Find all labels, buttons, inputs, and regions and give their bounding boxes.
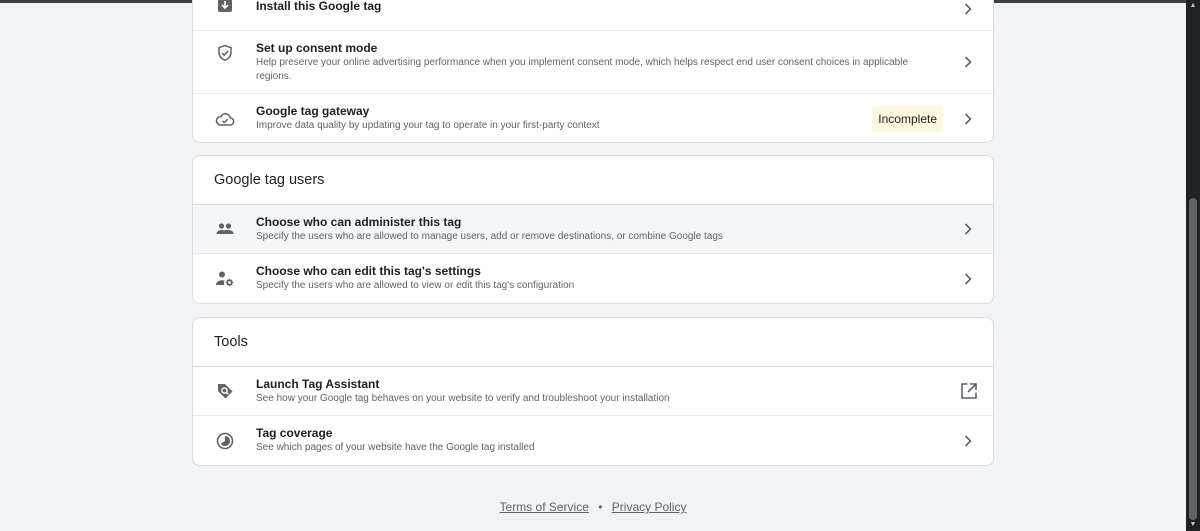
shield-check-icon [215, 43, 235, 63]
download-box-icon [215, 0, 235, 15]
setup-card: Install this Google tag Set up consent m… [192, 0, 994, 143]
chevron-right-icon [961, 112, 975, 126]
tools-header: Tools [193, 318, 993, 367]
edit-tag-settings-desc: Specify the users who are allowed to vie… [256, 280, 575, 291]
coverage-pie-icon [215, 431, 235, 451]
chevron-right-icon [961, 222, 975, 236]
chevron-right-icon [961, 55, 975, 69]
administer-tag-title: Choose who can administer this tag [256, 214, 462, 229]
edit-tag-settings-title: Choose who can edit this tag's settings [256, 264, 481, 278]
privacy-policy-link[interactable]: Privacy Policy [612, 500, 687, 514]
launch-tag-assistant-title: Launch Tag Assistant [256, 376, 380, 391]
chevron-right-icon [961, 272, 975, 286]
footer-separator: • [598, 500, 603, 514]
open-in-new-icon [960, 382, 978, 400]
chevron-right-icon [961, 2, 975, 16]
edit-tag-settings-row[interactable]: Choose who can edit this tag's settings … [193, 254, 993, 303]
tools-card: Tools Launch Tag Assistant See how your … [192, 317, 994, 466]
launch-tag-assistant-desc: See how your Google tag behaves on your … [256, 392, 670, 404]
scrollbar-thumb[interactable] [1189, 198, 1197, 520]
consent-mode-title: Set up consent mode [256, 40, 378, 55]
tag-users-header: Google tag users [193, 156, 993, 205]
chevron-right-icon [961, 434, 975, 448]
terms-of-service-link[interactable]: Terms of Service [500, 500, 589, 514]
scroll-up-arrow-icon[interactable]: ▲ [1189, 2, 1197, 10]
tag-gateway-title: Google tag gateway [256, 104, 370, 118]
status-badge: Incomplete [872, 105, 943, 132]
user-settings-icon [215, 269, 235, 289]
consent-mode-row[interactable]: Set up consent mode Help preserve your o… [193, 31, 993, 94]
launch-tag-assistant-row[interactable]: Launch Tag Assistant See how your Google… [193, 367, 993, 416]
tag-gateway-row[interactable]: Google tag gateway Improve data quality … [193, 94, 993, 142]
tag-coverage-row[interactable]: Tag coverage See which pages of your web… [193, 416, 993, 465]
cloud-check-icon [215, 109, 235, 129]
tag-coverage-title: Tag coverage [256, 426, 333, 440]
tag-search-icon [215, 381, 235, 401]
scroll-down-arrow-icon[interactable]: ▼ [1189, 521, 1197, 529]
install-tag-row[interactable]: Install this Google tag [193, 0, 993, 31]
tag-users-card: Google tag users Choose who can administ… [192, 155, 994, 304]
install-tag-title: Install this Google tag [256, 0, 382, 13]
administer-tag-desc: Specify the users who are allowed to man… [256, 230, 723, 242]
tag-gateway-desc: Improve data quality by updating your ta… [256, 120, 600, 131]
footer: Terms of Service • Privacy Policy [0, 500, 1186, 514]
administer-tag-row[interactable]: Choose who can administer this tag Speci… [193, 205, 993, 254]
tag-coverage-desc: See which pages of your website have the… [256, 442, 535, 453]
people-icon [215, 219, 235, 239]
consent-mode-desc: Help preserve your online advertising pe… [256, 56, 909, 82]
